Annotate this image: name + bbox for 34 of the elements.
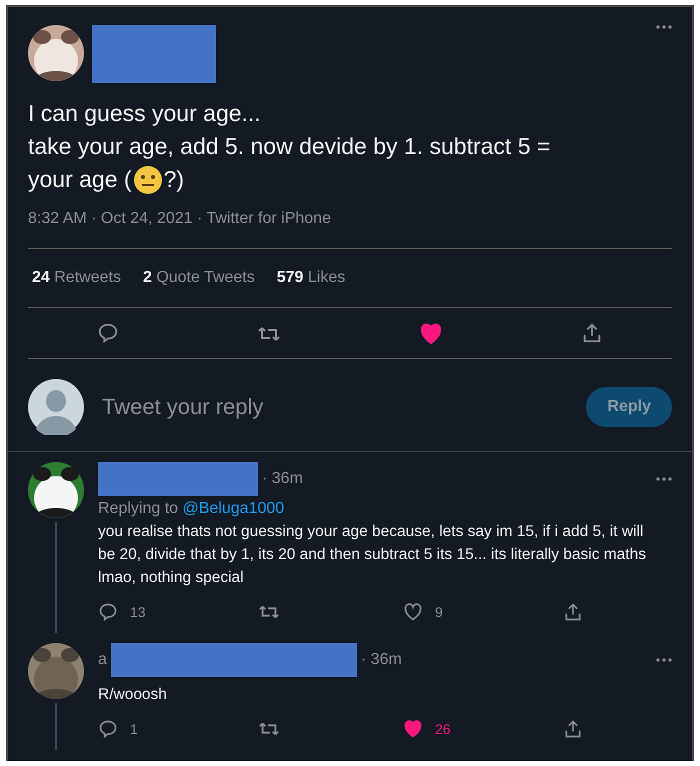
reply-input-field[interactable]: Tweet your reply (100, 393, 570, 421)
heart-icon[interactable] (419, 322, 443, 346)
default-avatar-icon (28, 379, 84, 435)
reply-text: you realise thats not guessing your age because, lets say im 15, if i add 5, it will be 20, divide that by 1, its 20 and then subtract 5 its 15... its literally basic maths lmao, nothing special (98, 522, 647, 588)
share-icon[interactable] (563, 602, 583, 622)
tweet-stat[interactable]: 579 Likes (276, 269, 346, 287)
comment-icon[interactable] (98, 602, 118, 622)
share-icon[interactable] (581, 322, 603, 344)
reply-count: 13 (130, 603, 146, 621)
reply-time: · 36m (262, 470, 303, 488)
replying-label: Replying to (98, 500, 180, 517)
like-count: 26 (435, 720, 451, 738)
like-count: 9 (435, 603, 443, 621)
tweet-stat[interactable]: 24 Retweets (32, 269, 121, 287)
user-name: a (98, 651, 107, 669)
share-icon[interactable] (563, 719, 583, 739)
comment-icon[interactable] (98, 719, 118, 739)
comment-icon[interactable] (97, 322, 119, 344)
tweet-text: your age ( (28, 165, 132, 194)
more-icon[interactable] (656, 658, 672, 662)
tweet-text: I can guess your age... (28, 99, 261, 128)
tweet-timestamp: 8:32 AM · Oct 24, 2021 · Twitter for iPhone (28, 210, 332, 228)
tweet-text: take your age, add 5. now devide by 1. subtract 5 = (28, 132, 550, 161)
neutral-face-icon (132, 164, 163, 194)
reply-count: 1 (130, 720, 138, 738)
tweet-stat[interactable]: 2 Quote Tweets (142, 269, 255, 287)
reply-time: · 36m (360, 651, 402, 669)
heart-icon[interactable] (403, 719, 423, 739)
tweet-text: ?) (164, 165, 184, 194)
more-icon[interactable] (656, 477, 672, 481)
more-icon[interactable] (656, 25, 672, 29)
reply-text: R/wooosh (98, 685, 168, 705)
user-link[interactable]: @Beluga1000 (182, 500, 284, 517)
heart-icon[interactable] (403, 602, 423, 622)
